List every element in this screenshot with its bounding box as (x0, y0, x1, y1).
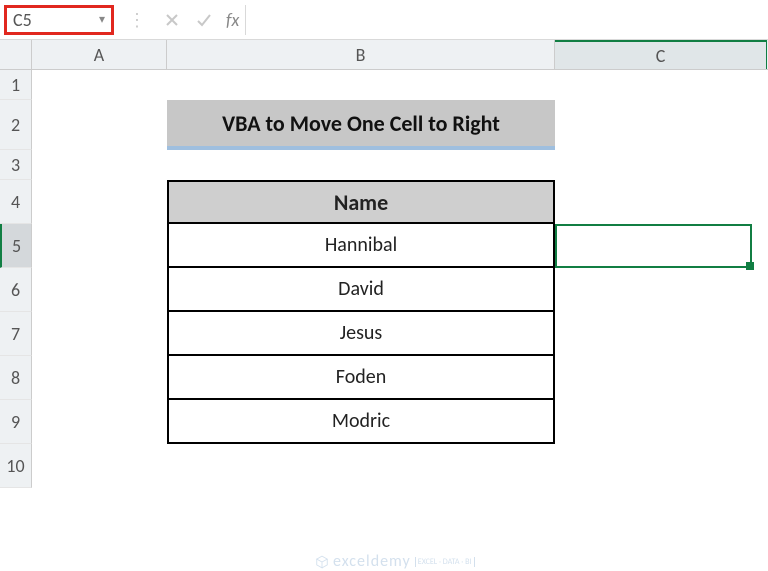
watermark-tagline: EXCEL · DATA · BI (415, 557, 475, 567)
formula-bar: C5 ▾ ⋮ fx (0, 0, 768, 40)
cell-c8[interactable] (555, 356, 767, 400)
spreadsheet-grid: A B C 1 2 VBA to Move One Cell to Right … (0, 40, 768, 488)
cell-a7[interactable] (32, 312, 167, 356)
row: 6 David (0, 268, 768, 312)
table-header-name[interactable]: Name (167, 180, 555, 224)
row-header-7[interactable]: 7 (0, 312, 32, 356)
row: 10 (0, 444, 768, 488)
table-row[interactable]: Jesus (167, 312, 555, 356)
row-header-2[interactable]: 2 (0, 100, 32, 150)
cell-b1[interactable] (167, 70, 555, 100)
cell-c2[interactable] (555, 100, 767, 150)
row: 8 Foden (0, 356, 768, 400)
select-all-corner[interactable] (0, 40, 32, 69)
row-header-8[interactable]: 8 (0, 356, 32, 400)
row-header-4[interactable]: 4 (0, 180, 32, 224)
cell-a9[interactable] (32, 400, 167, 444)
cell-a6[interactable] (32, 268, 167, 312)
cell-b10[interactable] (167, 444, 555, 488)
enter-icon (188, 5, 220, 35)
cell-c7[interactable] (555, 312, 767, 356)
chevron-down-icon[interactable]: ▾ (99, 12, 105, 27)
row-header-6[interactable]: 6 (0, 268, 32, 312)
row: 4 Name (0, 180, 768, 224)
cell-a4[interactable] (32, 180, 167, 224)
row-header-3[interactable]: 3 (0, 150, 32, 180)
formula-input[interactable] (245, 5, 768, 35)
row-header-5[interactable]: 5 (0, 224, 32, 268)
col-header-c[interactable]: C (555, 40, 767, 69)
col-header-a[interactable]: A (32, 40, 167, 69)
cell-a5[interactable] (32, 224, 167, 268)
cell-a2[interactable] (32, 100, 167, 150)
cell-c10[interactable] (555, 444, 767, 488)
title-cell[interactable]: VBA to Move One Cell to Right (167, 100, 555, 150)
row-header-9[interactable]: 9 (0, 400, 32, 444)
row: 3 (0, 150, 768, 180)
watermark-brand: exceldemy (333, 552, 411, 571)
row: 9 Modric (0, 400, 768, 444)
table-row[interactable]: Modric (167, 400, 555, 444)
cell-a10[interactable] (32, 444, 167, 488)
cell-c6[interactable] (555, 268, 767, 312)
row: 1 (0, 70, 768, 100)
name-box[interactable]: C5 ▾ (4, 5, 114, 35)
cell-c1[interactable] (555, 70, 767, 100)
cell-c9[interactable] (555, 400, 767, 444)
cell-b3[interactable] (167, 150, 555, 180)
table-row[interactable]: Hannibal (167, 224, 555, 268)
table-row[interactable]: David (167, 268, 555, 312)
cell-c3[interactable] (555, 150, 767, 180)
separator: ⋮ (118, 9, 156, 31)
cell-a3[interactable] (32, 150, 167, 180)
fx-label[interactable]: fx (220, 9, 245, 31)
cube-icon (315, 555, 329, 569)
row: 5 Hannibal (0, 224, 768, 268)
cell-a8[interactable] (32, 356, 167, 400)
row: 7 Jesus (0, 312, 768, 356)
cell-c5-selected[interactable] (555, 224, 767, 268)
row: 2 VBA to Move One Cell to Right (0, 100, 768, 150)
col-header-b[interactable]: B (167, 40, 555, 69)
table-row[interactable]: Foden (167, 356, 555, 400)
name-box-value: C5 (13, 9, 32, 31)
cell-c4[interactable] (555, 180, 767, 224)
row-header-1[interactable]: 1 (0, 70, 32, 100)
row-header-10[interactable]: 10 (0, 444, 32, 488)
cell-a1[interactable] (32, 70, 167, 100)
watermark: exceldemy EXCEL · DATA · BI (315, 552, 475, 571)
cancel-icon (156, 5, 188, 35)
column-headers: A B C (0, 40, 768, 70)
